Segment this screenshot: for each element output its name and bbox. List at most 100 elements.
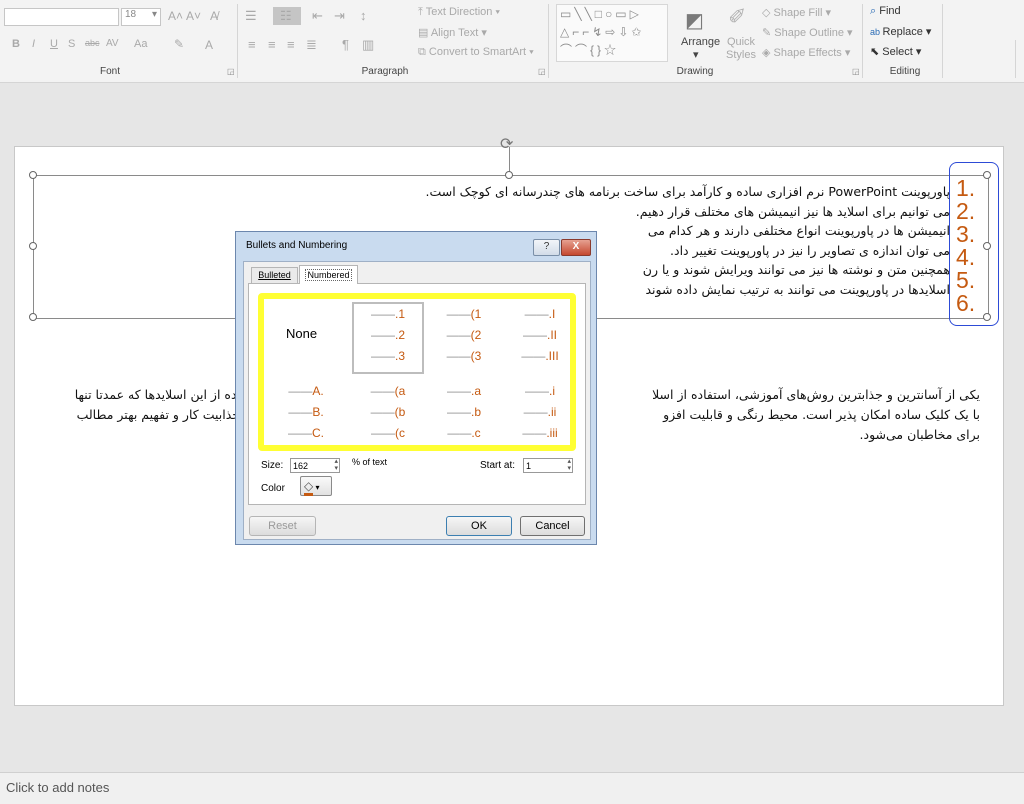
italic-button[interactable]: I — [32, 38, 35, 50]
grow-font-icon[interactable]: A˄ — [168, 9, 183, 23]
bullets-icon[interactable]: ☰ — [245, 8, 257, 24]
align-left-icon[interactable]: ≡ — [248, 37, 256, 52]
shape-effects-button[interactable]: ◈ Shape Effects ▾ — [762, 46, 850, 59]
char-spacing-button[interactable]: AV — [106, 38, 119, 49]
line-spacing-icon[interactable]: ↕ — [360, 8, 367, 23]
ok-button[interactable]: OK — [446, 516, 512, 536]
gallery-cell-none[interactable]: None — [274, 308, 340, 370]
change-case-button[interactable]: Aa — [134, 38, 147, 50]
select-label: Select — [882, 46, 913, 58]
start-at-spinner[interactable]: 1 ▴ ▾ — [523, 458, 573, 473]
separator — [942, 4, 943, 78]
numbering-option[interactable]: ——(c — [357, 426, 419, 446]
numbering-option[interactable]: ——.b — [433, 405, 495, 425]
paragraph-dialog-launcher-icon[interactable]: ◲ — [538, 67, 546, 76]
rotate-handle-icon[interactable]: ⟳ — [500, 134, 513, 154]
paragraph-line: جذابیت کار و تفهیم بهتر مطالب — [76, 407, 240, 422]
numbering-option[interactable]: ——.c — [433, 426, 495, 446]
shadow-button[interactable]: S — [68, 38, 75, 50]
close-button[interactable]: X — [561, 239, 591, 256]
numbering-option[interactable]: ——(1 — [433, 307, 495, 327]
paragraph-line: با یک کلیک ساده امکان پذیر است. محیط رنگ… — [663, 407, 980, 422]
font-dialog-launcher-icon[interactable]: ◲ — [227, 67, 235, 76]
paint-bucket-icon: ◇ — [762, 7, 774, 19]
select-button[interactable]: ⬉ Select ▾ — [870, 45, 921, 58]
numbering-option[interactable]: ——(2 — [433, 328, 495, 348]
font-size-box[interactable]: 18 ▾ — [121, 8, 161, 26]
clear-format-icon[interactable]: A̸ — [210, 9, 218, 23]
notes-pane[interactable]: Click to add notes — [0, 772, 1024, 804]
numbering-option[interactable]: ——.II — [509, 328, 571, 348]
numbering-option[interactable]: ——.ii — [509, 405, 571, 425]
start-at-label: Start at: — [480, 460, 516, 471]
replace-label: Replace — [882, 26, 923, 38]
size-value: 162 — [293, 461, 309, 471]
numbering-option[interactable]: ——.III — [509, 349, 571, 369]
convert-smartart-label: Convert to SmartArt — [428, 46, 527, 58]
cancel-button[interactable]: Cancel — [520, 516, 585, 536]
numbering-option[interactable]: ——B. — [275, 405, 337, 425]
resize-handle[interactable] — [29, 242, 37, 250]
paragraph-line: یکی از آسانترین و جذابترین روش‌های آموزش… — [652, 387, 980, 402]
shapes-gallery[interactable]: ▭╲╲□○▭▷ △⌐⌐↯⇨⇩✩ ⌒⌒{}☆ — [556, 4, 668, 62]
notes-placeholder: Click to add notes — [6, 780, 110, 795]
justify-icon[interactable]: ≣ — [306, 37, 317, 53]
resize-handle[interactable] — [505, 171, 513, 179]
align-right-icon[interactable]: ≡ — [287, 37, 295, 52]
shape-outline-button[interactable]: ✎ Shape Outline ▾ — [762, 26, 853, 39]
font-color-button[interactable]: A — [205, 38, 213, 52]
shrink-font-icon[interactable]: A˅ — [186, 9, 201, 23]
help-icon: ? — [543, 241, 550, 252]
numbering-option[interactable]: ——.i — [509, 384, 571, 404]
help-button[interactable]: ? — [533, 239, 560, 256]
size-spinner[interactable]: 162 ▴ ▾ — [290, 458, 340, 473]
pen-icon: ✎ — [762, 27, 775, 39]
font-name-box[interactable] — [4, 8, 119, 26]
convert-smartart-button[interactable]: ⧉ Convert to SmartArt ▾ — [418, 46, 534, 59]
numbering-option[interactable]: ——(a — [357, 384, 419, 404]
replace-button[interactable]: ab Replace ▾ — [870, 25, 931, 38]
strikethrough-button[interactable]: abc — [85, 38, 100, 48]
numbering-option[interactable]: ——.I — [509, 307, 571, 327]
numbering-option[interactable]: ——.1 — [357, 307, 419, 327]
bold-button[interactable]: B — [12, 38, 20, 50]
list-item: پاورپوینت PowerPoint نرم افزاری ساده و ک… — [425, 184, 950, 199]
align-text-button[interactable]: ▤ Align Text ▾ — [418, 26, 487, 39]
align-center-icon[interactable]: ≡ — [268, 37, 276, 52]
resize-handle[interactable] — [29, 313, 37, 321]
color-picker-button[interactable]: ◇ ▾ — [300, 476, 332, 496]
quick-styles-button[interactable]: Quick Styles — [724, 36, 758, 62]
tab-numbered[interactable]: Numbered — [299, 265, 358, 284]
reset-button[interactable]: Reset — [249, 516, 316, 536]
shapes-row: ⌒⌒{}☆ — [560, 43, 620, 57]
numbering-option[interactable]: ——C. — [275, 426, 337, 446]
increase-indent-icon[interactable]: ⇥ — [334, 8, 345, 24]
numbering-option[interactable]: ——.3 — [357, 349, 419, 369]
rtl-icon[interactable]: ¶ — [342, 37, 349, 52]
decrease-indent-icon[interactable]: ⇤ — [312, 8, 323, 24]
shape-fill-button[interactable]: ◇ Shape Fill ▾ — [762, 6, 831, 19]
drawing-dialog-launcher-icon[interactable]: ◲ — [852, 67, 860, 76]
dialog-title: Bullets and Numbering — [246, 240, 348, 251]
chevron-down-icon: ▾ — [313, 483, 320, 492]
resize-handle[interactable] — [29, 171, 37, 179]
shape-effects-label: Shape Effects — [773, 47, 842, 59]
align-text-icon: ▤ — [418, 27, 431, 39]
numbering-option[interactable]: ——(3 — [433, 349, 495, 369]
arrange-button[interactable]: Arrange ▾ — [681, 36, 720, 61]
find-button[interactable]: ⌕ Find — [870, 5, 901, 18]
text-direction-button[interactable]: ⤒ Text Direction ▾ — [418, 6, 500, 19]
paragraph-line: برای مخاطبان می‌شود. — [859, 427, 980, 442]
highlight-icon[interactable]: ✎ — [174, 37, 184, 51]
underline-button[interactable]: U — [50, 38, 58, 50]
columns-icon[interactable]: ▥ — [362, 37, 374, 53]
separator — [237, 4, 238, 78]
numbering-option[interactable]: ——.2 — [357, 328, 419, 348]
numbering-option[interactable]: ——.a — [433, 384, 495, 404]
none-label: None — [286, 326, 318, 341]
numbering-option[interactable]: ——(b — [357, 405, 419, 425]
size-unit: % of text — [352, 457, 388, 467]
numbering-option[interactable]: ——A. — [275, 384, 337, 404]
start-at-value: 1 — [526, 461, 532, 471]
numbering-option[interactable]: ——.iii — [509, 426, 571, 446]
